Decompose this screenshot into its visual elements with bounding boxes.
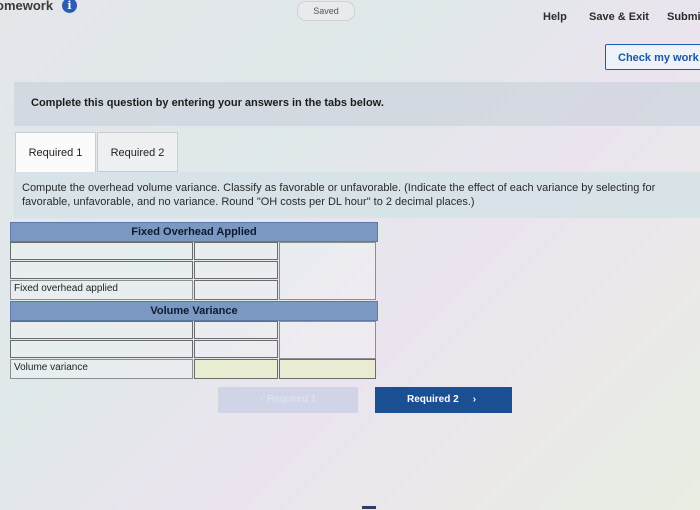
check-my-work-button[interactable]: Check my work <box>605 44 700 70</box>
tab-required-1[interactable]: Required 1 <box>15 132 96 172</box>
volume-var-row1-label-input[interactable] <box>10 321 193 339</box>
fixed-overhead-applied-input[interactable] <box>194 280 278 300</box>
saved-status-badge: Saved <box>297 1 355 21</box>
app-title: omework <box>0 0 54 13</box>
banner-text: Complete this question by entering your … <box>31 97 384 109</box>
volume-variance-amount-input[interactable] <box>194 359 278 379</box>
chevron-left-icon: ‹ <box>259 394 264 405</box>
save-exit-button[interactable]: Save & Exit <box>589 11 649 23</box>
volume-var-row2-value-input[interactable] <box>194 340 278 358</box>
fixed-oh-row2-label-input[interactable] <box>10 261 193 279</box>
fixed-oh-row2-value-input[interactable] <box>194 261 278 279</box>
fixed-oh-row1-label-input[interactable] <box>10 242 193 260</box>
next-required-2-button[interactable]: Required 2 › <box>375 387 512 413</box>
chevron-right-icon: › <box>472 394 477 405</box>
fixed-overhead-applied-label: Fixed overhead applied <box>10 280 193 300</box>
top-bar: omework i Saved Help Save & Exit Submi <box>0 0 700 40</box>
volume-var-blank-cell <box>279 321 376 359</box>
volume-variance-label: Volume variance <box>10 359 193 379</box>
volume-variance-header: Volume Variance <box>10 301 378 321</box>
volume-var-row2-label-input[interactable] <box>10 340 193 358</box>
favorable-unfavorable-select[interactable] <box>279 359 376 379</box>
prev-button-label: Required 1 <box>267 394 317 405</box>
info-icon[interactable]: i <box>62 0 77 13</box>
help-button[interactable]: Help <box>543 11 567 23</box>
fixed-oh-row1-value-input[interactable] <box>194 242 278 260</box>
next-button-label: Required 2 <box>407 394 459 405</box>
fixed-overhead-applied-header: Fixed Overhead Applied <box>10 222 378 242</box>
fixed-oh-blank-cell <box>279 242 376 300</box>
prev-required-1-button[interactable]: ‹ Required 1 <box>218 387 358 413</box>
instructions-panel: Compute the overhead volume variance. Cl… <box>14 172 700 218</box>
submit-button[interactable]: Submi <box>667 11 700 23</box>
volume-var-row1-value-input[interactable] <box>194 321 278 339</box>
tab-required-2[interactable]: Required 2 <box>97 132 178 172</box>
worksheet-table: Fixed Overhead Applied Fixed overhead ap… <box>10 222 378 380</box>
scroll-indicator <box>362 506 376 509</box>
question-banner: Complete this question by entering your … <box>14 82 700 126</box>
instructions-text: Compute the overhead volume variance. Cl… <box>22 182 656 208</box>
